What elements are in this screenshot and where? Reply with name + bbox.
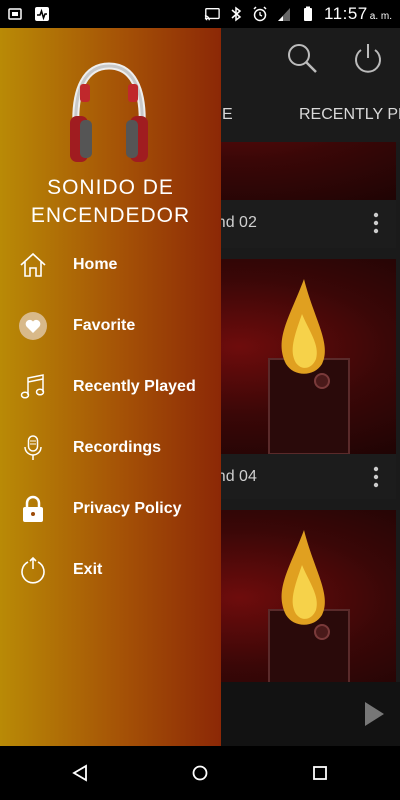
home-circle-icon[interactable] bbox=[190, 763, 210, 783]
menu-label: Favorite bbox=[73, 316, 136, 334]
clock-ampm: a. m. bbox=[369, 11, 392, 22]
headphones-logo bbox=[66, 58, 152, 168]
menu-item-home[interactable]: Home bbox=[0, 234, 221, 295]
clock-time: 11:57 bbox=[323, 4, 368, 23]
power-icon bbox=[18, 555, 48, 585]
menu-label: Recently Played bbox=[73, 377, 196, 395]
heart-icon bbox=[18, 311, 48, 341]
menu-label: Privacy Policy bbox=[73, 499, 182, 517]
search-icon[interactable] bbox=[284, 40, 320, 76]
more-options-icon[interactable] bbox=[364, 208, 388, 238]
microphone-icon bbox=[18, 433, 48, 463]
app-title-line1: SONIDO DE bbox=[47, 176, 174, 199]
tab-partial[interactable]: E bbox=[222, 106, 233, 124]
menu-item-recently-played[interactable]: Recently Played bbox=[0, 356, 221, 417]
more-options-icon[interactable] bbox=[364, 462, 388, 492]
notification-icon bbox=[8, 6, 24, 22]
menu-label: Home bbox=[73, 255, 118, 273]
recents-icon[interactable] bbox=[310, 763, 330, 783]
menu-item-privacy-policy[interactable]: Privacy Policy bbox=[0, 478, 221, 539]
music-note-icon bbox=[18, 372, 48, 402]
bluetooth-icon bbox=[228, 6, 244, 22]
menu-label: Exit bbox=[73, 560, 103, 578]
drawer-menu: Home Favorite Recently Played Recordings… bbox=[0, 234, 221, 600]
battery-icon bbox=[300, 6, 316, 22]
alarm-icon bbox=[252, 6, 268, 22]
app-title-line2: ENCENDEDOR bbox=[30, 204, 191, 227]
status-bar: 11:57 a. m. bbox=[0, 0, 400, 28]
signal-icon bbox=[276, 6, 292, 22]
menu-item-favorite[interactable]: Favorite bbox=[0, 295, 221, 356]
app-title: SONIDO DE ENCENDEDOR bbox=[0, 174, 221, 230]
play-icon[interactable] bbox=[362, 700, 386, 728]
menu-label: Recordings bbox=[73, 438, 162, 456]
cast-icon bbox=[204, 6, 220, 22]
home-icon bbox=[18, 250, 48, 280]
menu-item-recordings[interactable]: Recordings bbox=[0, 417, 221, 478]
system-nav-bar bbox=[0, 746, 400, 800]
tab-recently-played[interactable]: RECENTLY PL bbox=[299, 106, 400, 124]
lock-icon bbox=[18, 494, 48, 524]
back-icon[interactable] bbox=[70, 763, 90, 783]
menu-item-exit[interactable]: Exit bbox=[0, 539, 221, 600]
power-icon[interactable] bbox=[350, 40, 386, 76]
navigation-drawer: SONIDO DE ENCENDEDOR Home Favorite Recen… bbox=[0, 28, 221, 746]
activity-icon bbox=[34, 6, 50, 22]
